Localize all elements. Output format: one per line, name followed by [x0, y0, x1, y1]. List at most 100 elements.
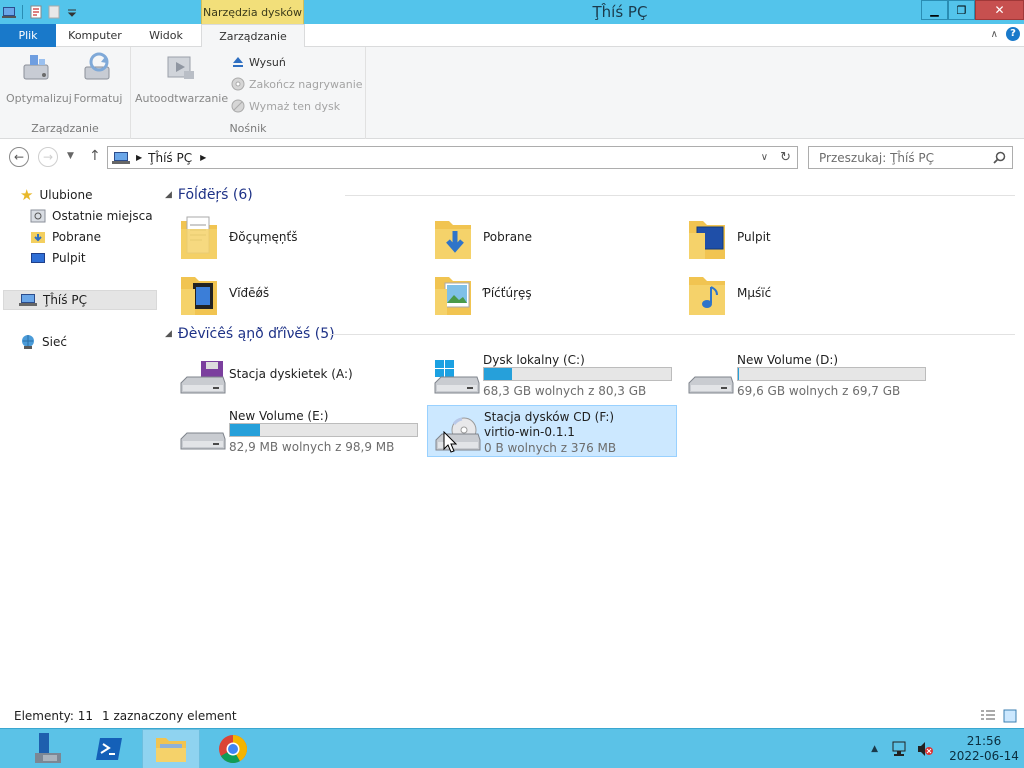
autoplay-button[interactable]: Autoodtwarzanie: [135, 51, 228, 105]
tab-computer[interactable]: Komputer: [60, 24, 130, 47]
breadcrumb-arrow-icon[interactable]: ▶: [136, 153, 142, 162]
address-bar[interactable]: ▶ Ţĥíś PÇ ▶ ∨ ↻: [107, 146, 798, 169]
devices-group-header[interactable]: ◢ Ðèvïċêś ąņð ďŕîνěś (5): [165, 324, 1015, 344]
recent-locations-icon[interactable]: ▼: [67, 151, 74, 161]
optimize-drive-icon: [23, 55, 49, 80]
collapse-chevron-icon: ◢: [165, 190, 172, 200]
nav-favorites-label: Ulubione: [39, 188, 93, 202]
search-icon[interactable]: [993, 151, 1006, 164]
properties-icon[interactable]: [29, 5, 43, 19]
drive-cd-f[interactable]: Stacja dysków CD (F:) virtio-win-0.1.1 0…: [427, 405, 677, 457]
erase-disc-icon: [231, 99, 245, 113]
taskbar-powershell[interactable]: [80, 729, 138, 768]
quick-access-toolbar: [0, 0, 79, 24]
desktop-folder-icon: [689, 221, 725, 259]
close-button[interactable]: ✕: [975, 0, 1024, 20]
ribbon-collapse-icon[interactable]: ∧: [991, 29, 998, 40]
content-pane: ◢ Fōĺđëŗś (6) Ðŏçųṃęņťš Pobrane Pulpit V…: [165, 175, 1024, 705]
eject-button[interactable]: Wysuń: [231, 52, 286, 72]
chrome-icon: [219, 735, 247, 763]
help-icon[interactable]: ?: [1006, 27, 1020, 41]
optimize-button[interactable]: Optymalizuj: [6, 51, 72, 105]
search-input[interactable]: Przeszukaj: Ţĥíś PÇ: [808, 146, 1013, 169]
tab-file[interactable]: Plik: [0, 24, 56, 47]
collapse-chevron-icon: ◢: [165, 329, 172, 339]
nav-desktop[interactable]: Pulpit: [30, 248, 86, 268]
tab-manage[interactable]: Zarządzanie: [201, 24, 305, 48]
show-hidden-icons-icon[interactable]: ▲: [871, 744, 878, 754]
star-icon: ★: [20, 186, 34, 204]
folder-pictures[interactable]: Ƥíćťúŗȩş: [419, 267, 669, 319]
finish-burning-button[interactable]: Zakończ nagrywanie: [231, 74, 363, 94]
folder-desktop[interactable]: Pulpit: [673, 211, 923, 263]
group-divider: [330, 334, 1015, 335]
clock-date: 2022-06-14: [949, 749, 1019, 763]
desktop-icon: [31, 253, 45, 263]
taskbar-file-explorer[interactable]: [142, 729, 200, 768]
erase-disc-button[interactable]: Wymaż ten dysk: [231, 96, 340, 116]
system-drive-icon: [434, 360, 480, 394]
tab-view[interactable]: Widok: [136, 24, 196, 47]
nav-this-pc[interactable]: Ţĥíś PÇ: [3, 290, 157, 310]
nav-network-label: Sieć: [42, 335, 67, 349]
breadcrumb-this-pc[interactable]: Ţĥíś PÇ: [148, 151, 192, 165]
window-controls: ▁ ❐ ✕: [921, 0, 1024, 20]
server-manager-icon: [35, 733, 61, 763]
large-icons-view-icon[interactable]: [1002, 709, 1018, 723]
folder-downloads-label: Pobrane: [483, 230, 533, 244]
folder-downloads[interactable]: Pobrane: [419, 211, 669, 263]
nav-downloads[interactable]: Pobrane: [30, 227, 101, 247]
nav-recent-places-label: Ostatnie miejsca: [52, 209, 153, 223]
status-bar: Elementy: 11 1 zaznaczony element: [0, 705, 1024, 728]
powershell-icon: [96, 738, 122, 760]
documents-folder-icon: [181, 216, 217, 259]
nav-recent-places[interactable]: Ostatnie miejsca: [30, 206, 153, 226]
devices-header-label: Ðèvïċêś ąņð ďŕîνěś (5): [177, 326, 335, 342]
folders-group-header[interactable]: ◢ Fōĺđëŗś (6): [165, 185, 1015, 205]
breadcrumb-arrow-icon[interactable]: ▶: [200, 153, 206, 162]
ribbon-tabs: Plik Komputer Widok Zarządzanie: [0, 24, 1024, 48]
search-placeholder: Przeszukaj: Ţĥíś PÇ: [819, 150, 935, 165]
context-tab-group-label: Narzędzia dysków: [201, 0, 304, 24]
clock[interactable]: 21:56 2022-06-14: [944, 734, 1024, 764]
back-button[interactable]: ←: [9, 147, 29, 167]
folder-documents[interactable]: Ðŏçųṃęņťš: [165, 211, 415, 263]
drive-e-usage-fill: [230, 424, 260, 436]
explorer-window-icon[interactable]: [2, 5, 16, 19]
drive-volume-d[interactable]: New Volume (D:) 69,6 GB wolnych z 69,7 G…: [681, 349, 931, 401]
drive-volume-e[interactable]: New Volume (E:) 82,9 MB wolnych z 98,9 M…: [173, 405, 423, 457]
eject-icon: [233, 57, 243, 67]
nav-network[interactable]: Sieć: [20, 332, 67, 352]
folder-documents-label: Ðŏçųṃęņťš: [229, 230, 298, 244]
up-arrow-icon[interactable]: ↑: [89, 148, 101, 164]
drive-floppy-a[interactable]: Stacja dyskietek (A:): [173, 349, 423, 401]
minimize-button[interactable]: ▁: [921, 0, 948, 20]
forward-button[interactable]: →: [38, 147, 58, 167]
new-folder-icon[interactable]: [47, 5, 61, 19]
folder-music[interactable]: Mµśïć: [673, 267, 923, 319]
drive-f-space: 0 B wolnych z 376 MB: [484, 441, 617, 455]
group-divider: [345, 195, 1015, 196]
drive-local-c[interactable]: Dysk lokalny (C:) 68,3 GB wolnych z 80,3…: [427, 349, 677, 401]
format-button[interactable]: Formatuj: [70, 51, 126, 105]
nav-favorites[interactable]: ★ Ulubione: [20, 185, 92, 205]
network-icon: [22, 335, 34, 349]
floppy-drive-icon: [180, 361, 226, 394]
eject-label: Wysuń: [249, 55, 286, 69]
address-dropdown-icon[interactable]: ∨: [761, 152, 768, 163]
taskbar-server-manager[interactable]: [18, 729, 76, 768]
taskbar-chrome[interactable]: [204, 729, 262, 768]
refresh-icon[interactable]: ↻: [780, 150, 791, 165]
nav-downloads-label: Pobrane: [52, 230, 102, 244]
drive-c-space: 68,3 GB wolnych z 80,3 GB: [483, 384, 647, 398]
network-status-icon[interactable]: [890, 741, 908, 757]
drive-e-name: New Volume (E:): [229, 409, 329, 423]
drive-e-space: 82,9 MB wolnych z 98,9 MB: [229, 440, 395, 454]
burn-disc-icon: [231, 77, 245, 91]
folder-videos[interactable]: Vĭđēǿš: [165, 267, 415, 319]
volume-muted-icon[interactable]: [916, 741, 934, 757]
status-item-count: Elementy: 11: [14, 709, 94, 723]
qat-dropdown-icon[interactable]: [65, 5, 79, 19]
details-view-icon[interactable]: [980, 709, 996, 723]
restore-button[interactable]: ❐: [948, 0, 975, 20]
